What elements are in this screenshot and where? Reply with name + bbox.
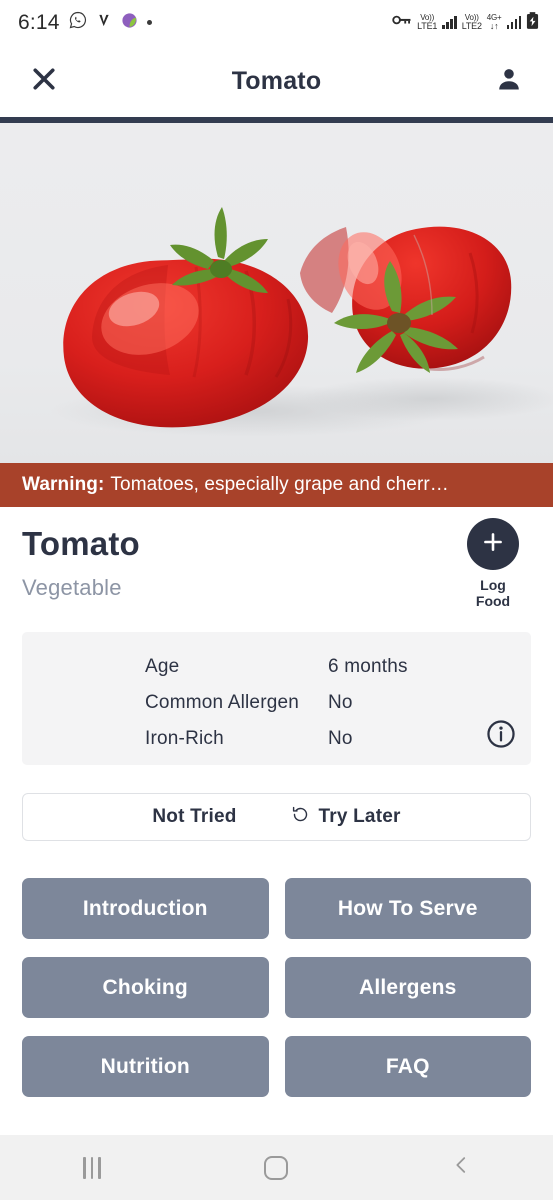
whatsapp-icon: [69, 11, 87, 34]
status-bar-left: 6:14: [18, 11, 152, 35]
food-hero-image: [0, 123, 553, 463]
recents-icon: [83, 1156, 101, 1179]
sim2-indicator: Vo)) LTE2: [461, 13, 482, 31]
sim1-signal-icon: [442, 16, 457, 29]
vlc-icon: [96, 12, 112, 34]
fact-value: No: [328, 728, 353, 749]
warning-banner[interactable]: Warning: Tomatoes, especially grape and …: [0, 463, 553, 507]
nav-recents-button[interactable]: [0, 1135, 184, 1200]
table-row: Common Allergen No: [22, 685, 531, 721]
section-button-faq[interactable]: FAQ: [284, 1036, 531, 1097]
sim1-indicator: Vo)) LTE1: [417, 13, 438, 31]
page-title: Tomato: [231, 66, 322, 95]
table-row: Iron-Rich No: [22, 721, 531, 757]
flipkart-icon: [121, 12, 138, 34]
close-button[interactable]: [22, 59, 66, 103]
home-icon: [264, 1155, 289, 1180]
food-title-block: Tomato Vegetable Log Food: [0, 507, 553, 620]
data-network-indicator: 4G+ ↓↑: [486, 13, 502, 31]
account-button[interactable]: [487, 59, 531, 103]
account-icon: [495, 65, 523, 98]
tomato-illustration: [0, 123, 553, 463]
log-food-circle: [467, 518, 519, 570]
section-button-introduction[interactable]: Introduction: [22, 878, 269, 939]
fact-value: 6 months: [328, 656, 408, 677]
fact-value: No: [328, 692, 353, 713]
status-bar-right: Vo)) LTE1 Vo)) LTE2 4G+ ↓↑: [392, 11, 539, 34]
android-nav-bar: [0, 1135, 553, 1200]
warning-text: Tomatoes, especially grape and cherr…: [110, 474, 449, 495]
food-facts-card: Age 6 months Common Allergen No Iron-Ric…: [22, 632, 531, 765]
fact-label: Common Allergen: [145, 692, 300, 713]
food-category: Vegetable: [22, 575, 122, 600]
nav-back-button[interactable]: [369, 1135, 553, 1200]
section-button-allergens[interactable]: Allergens: [284, 957, 531, 1018]
section-button-grid: Introduction How To Serve Choking Allerg…: [22, 878, 531, 1097]
try-later-label: Try Later: [318, 806, 401, 827]
info-button[interactable]: [485, 718, 517, 750]
battery-charging-icon: [526, 11, 539, 34]
fact-label: Age: [145, 656, 180, 677]
table-row: Age 6 months: [22, 649, 531, 685]
app-header: Tomato: [0, 45, 553, 117]
rotate-left-icon: [291, 805, 310, 830]
log-food-button[interactable]: Log Food: [455, 518, 531, 609]
try-later-button[interactable]: Try Later: [291, 805, 401, 830]
section-button-nutrition[interactable]: Nutrition: [22, 1036, 269, 1097]
dot-indicator-icon: [146, 20, 152, 25]
section-button-choking[interactable]: Choking: [22, 957, 269, 1018]
section-button-how-to-serve[interactable]: How To Serve: [284, 878, 531, 939]
app-root: 6:14 Vo)) LTE1 Vo)) LTE2 4G+ ↓↑ Tomato W…: [0, 0, 553, 1200]
not-tried-label: Not Tried: [152, 806, 237, 827]
key-icon: [392, 13, 412, 32]
back-icon: [450, 1154, 472, 1181]
log-food-label: Log Food: [476, 577, 510, 609]
fact-label: Iron-Rich: [145, 728, 224, 749]
warning-prefix: Warning:: [22, 474, 105, 495]
close-icon: [29, 64, 59, 99]
try-status-row: Not Tried Try Later: [22, 793, 531, 841]
food-name: Tomato: [22, 525, 140, 562]
plus-icon: [480, 529, 506, 560]
not-tried-button[interactable]: Not Tried: [152, 806, 236, 828]
log-food-label-line1: Log: [480, 577, 506, 593]
status-bar-clock: 6:14: [18, 10, 60, 34]
info-circle-icon: [485, 720, 517, 754]
nav-home-button[interactable]: [184, 1135, 368, 1200]
sim2-signal-icon: [506, 16, 521, 29]
status-bar: 6:14 Vo)) LTE1 Vo)) LTE2 4G+ ↓↑: [0, 0, 553, 45]
log-food-label-line2: Food: [475, 593, 511, 610]
